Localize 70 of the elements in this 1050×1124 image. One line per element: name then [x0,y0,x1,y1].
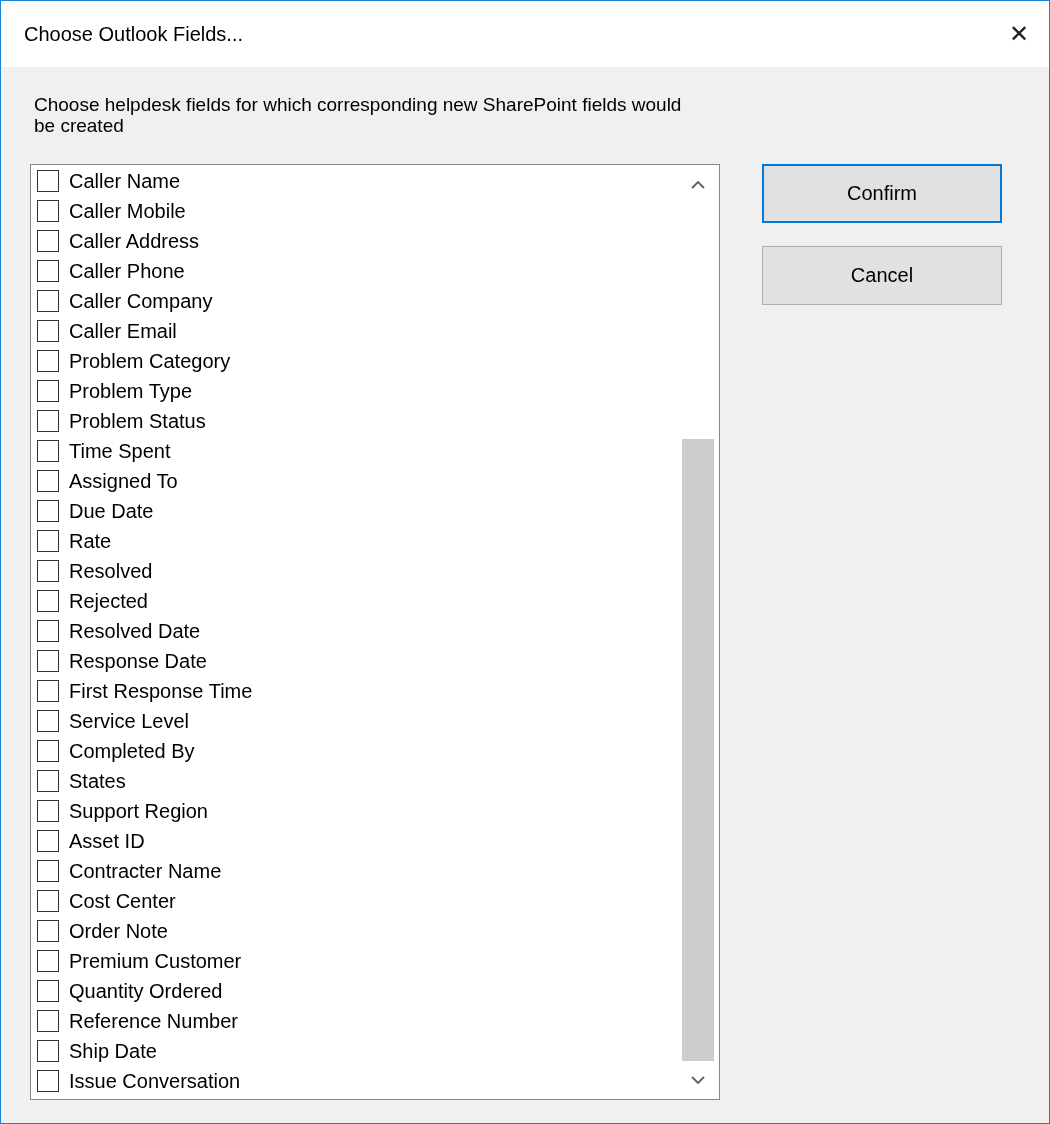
field-label[interactable]: Caller Phone [69,259,185,283]
field-label[interactable]: Problem Type [69,379,193,403]
field-label[interactable]: States [69,769,126,793]
checkbox[interactable] [37,170,59,192]
checkbox[interactable] [37,380,59,402]
field-label[interactable]: Order Note [69,919,168,943]
field-label[interactable]: Premium Customer [69,949,242,973]
field-label[interactable]: Caller Company [69,289,213,313]
checkbox[interactable] [37,680,59,702]
checkbox[interactable] [37,800,59,822]
checkbox[interactable] [37,770,59,792]
close-button[interactable]: ✕ [1000,16,1037,52]
field-label[interactable]: Reference Number [69,1009,238,1033]
checkbox[interactable] [37,470,59,492]
field-label[interactable]: Caller Mobile [69,199,186,223]
checkbox[interactable] [37,980,59,1002]
checkbox[interactable] [37,320,59,342]
checkbox[interactable] [37,530,59,552]
scrollbar-thumb[interactable] [682,439,714,1061]
dialog-button[interactable]: Confirm [762,164,1002,223]
field-label[interactable]: Service Level [69,709,190,733]
checkbox[interactable] [37,410,59,432]
field-label[interactable]: Quantity Ordered [69,979,223,1003]
checkbox[interactable] [37,860,59,882]
instruction-text: Choose helpdesk fields for which corresponding new SharePoint fields would be created [34,94,683,136]
checkbox[interactable] [37,1040,59,1062]
checkbox[interactable] [37,1070,59,1092]
checkbox[interactable] [37,290,59,312]
checkbox[interactable] [37,950,59,972]
field-label[interactable]: Ship Date [69,1039,157,1063]
field-label[interactable]: Caller Address [69,229,200,253]
checkbox[interactable] [37,260,59,282]
field-label[interactable]: Completed By [69,739,195,763]
checkbox[interactable] [37,350,59,372]
field-label[interactable]: Caller Name [69,169,181,193]
field-label[interactable]: First Response Time [69,679,253,703]
field-label[interactable]: Caller Email [69,319,177,343]
window-title: Choose Outlook Fields... [24,22,243,46]
checkbox[interactable] [37,1010,59,1032]
checkbox[interactable] [37,440,59,462]
checkbox[interactable] [37,740,59,762]
field-label[interactable]: Problem Category [69,349,231,373]
field-label[interactable]: Resolved Date [69,619,201,643]
checkbox[interactable] [37,590,59,612]
field-label[interactable]: Rejected [69,589,148,613]
checkbox[interactable] [37,650,59,672]
field-label[interactable]: Asset ID [69,829,145,853]
field-label[interactable]: Assigned To [69,469,178,493]
field-label[interactable]: Time Spent [69,439,171,463]
field-label[interactable]: Cost Center [69,889,176,913]
field-label[interactable]: Resolved [69,559,153,583]
dialog-button[interactable]: Cancel [762,246,1002,305]
checkbox[interactable] [37,920,59,942]
field-label[interactable]: Due Date [69,499,154,523]
field-label[interactable]: Issue Conversation [69,1069,241,1093]
checkbox[interactable] [37,200,59,222]
checkbox[interactable] [37,230,59,252]
checkbox[interactable] [37,620,59,642]
checkbox[interactable] [37,560,59,582]
field-label[interactable]: Contracter Name [69,859,222,883]
checkbox[interactable] [37,500,59,522]
scroll-down-icon[interactable] [691,1075,705,1085]
field-label[interactable]: Rate [69,529,112,553]
checkbox[interactable] [37,890,59,912]
field-label[interactable]: Problem Status [69,409,206,433]
scroll-up-icon[interactable] [691,179,705,189]
field-label[interactable]: Response Date [69,649,207,673]
field-label[interactable]: Support Region [69,799,208,823]
checkbox[interactable] [37,710,59,732]
checkbox[interactable] [37,830,59,852]
